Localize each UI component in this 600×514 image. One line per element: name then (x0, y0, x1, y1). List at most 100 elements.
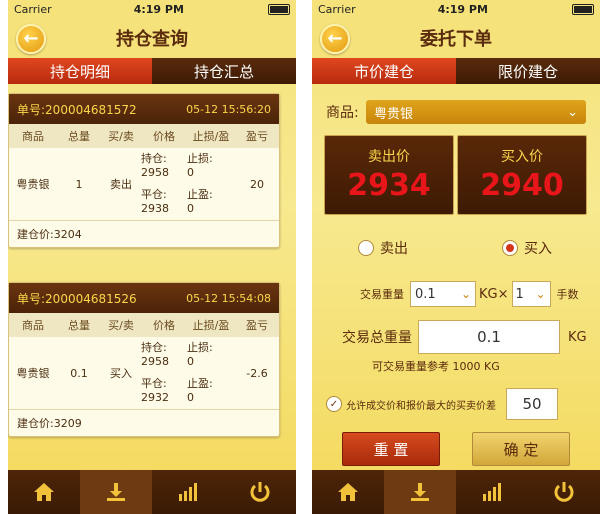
stop-loss-value: 0 (187, 166, 194, 179)
weight-label: 交易重量 (360, 288, 404, 301)
product-row: 商品: 粤贵银 ⌄ (326, 100, 586, 124)
buy-price-value: 2940 (480, 168, 564, 203)
reset-button[interactable]: 重 置 (342, 432, 440, 466)
col-product: 商品 (22, 319, 44, 332)
reference-text: 可交易重量参考 1000 KG (372, 360, 500, 373)
stop-cell: 止损: 0 止盈: 0 (187, 152, 235, 216)
table-header: 商品 总量 买/卖 价格 止损/盈 盈亏 (9, 313, 279, 337)
tab-limit-order[interactable]: 限价建仓 (456, 58, 600, 84)
download-icon (107, 483, 125, 501)
hold-label: 持仓: (141, 152, 167, 165)
take-profit-value: 0 (187, 391, 194, 404)
col-stop: 止损/盈 (192, 130, 230, 143)
col-price: 价格 (153, 319, 175, 332)
bottom-tab-bar (312, 470, 600, 514)
card-header: 单号:200004681572 05-12 15:56:20 (9, 94, 279, 124)
col-qty: 总量 (68, 130, 90, 143)
position-card[interactable]: 单号:200004681572 05-12 15:56:20 商品 总量 买/卖… (8, 93, 280, 248)
hold-price: 2958 (141, 166, 169, 179)
battery-icon (570, 3, 594, 16)
order-number: 单号:200004681526 (17, 291, 137, 306)
tab-power[interactable] (528, 470, 600, 514)
total-weight-unit: KG (568, 329, 587, 345)
open-price: 建仓价:3204 (17, 228, 82, 241)
slippage-row: ✓ 允许成交价和报价最大的买卖价差 50 (326, 388, 558, 420)
sell-price-panel[interactable]: 卖出价 2934 (324, 135, 454, 215)
tab-market-order[interactable]: 市价建仓 (312, 58, 456, 84)
stop-cell: 止损: 0 止盈: 0 (187, 341, 235, 405)
hold-label: 持仓: (141, 341, 167, 354)
page-title: 持仓查询 (116, 29, 188, 50)
table-row: 粤贵银 1 卖出 持仓: 2958 平仓: 2938 止损: 0 止盈: 0 2… (9, 148, 279, 221)
radio-off-icon (358, 240, 374, 256)
tab-position-summary[interactable]: 持仓汇总 (152, 58, 296, 84)
table-header: 商品 总量 买/卖 价格 止损/盈 盈亏 (9, 124, 279, 148)
kg-multiplier: KG× (479, 286, 509, 302)
buy-radio[interactable]: 买入 (502, 238, 552, 258)
weight-value: 0.1 (415, 286, 436, 302)
col-side: 买/卖 (108, 319, 134, 332)
order-number: 单号:200004681572 (17, 102, 137, 117)
total-weight-input[interactable]: 0.1 (418, 320, 560, 354)
home-icon (338, 483, 358, 501)
col-pnl: 盈亏 (246, 130, 268, 143)
product-select[interactable]: 粤贵银 ⌄ (366, 100, 586, 124)
take-profit-label: 止盈: (187, 377, 213, 390)
position-card[interactable]: 单号:200004681526 05-12 15:54:08 商品 总量 买/卖… (8, 282, 280, 437)
position-query-screen: Carrier 4:19 PM ← 持仓查询 持仓明细 持仓汇总 单号:2000… (8, 0, 296, 514)
radio-on-icon (502, 240, 518, 256)
stop-loss-value: 0 (187, 355, 194, 368)
order-date: 05-12 15:54:08 (186, 291, 271, 305)
buy-price-title: 买入价 (501, 149, 543, 165)
reference-note: 可交易重量参考 1000 KG (372, 358, 500, 374)
clock: 4:19 PM (437, 2, 488, 16)
battery-icon (266, 3, 290, 16)
stop-loss-label: 止损: (187, 341, 213, 354)
tab-home[interactable] (8, 470, 80, 514)
slippage-value: 50 (522, 395, 542, 413)
tab-chart[interactable] (152, 470, 224, 514)
price-cell: 持仓: 2958 平仓: 2938 (141, 152, 187, 216)
tab-position-detail[interactable]: 持仓明细 (8, 58, 152, 84)
weight-select[interactable]: 0.1 ⌄ (410, 281, 476, 307)
buy-price-panel[interactable]: 买入价 2940 (457, 135, 587, 215)
back-arrow-icon[interactable]: ← (320, 24, 350, 54)
take-profit-label: 止盈: (187, 188, 213, 201)
sell-radio[interactable]: 卖出 (358, 238, 408, 258)
side-cell: 卖出 (110, 178, 132, 191)
slippage-input[interactable]: 50 (506, 388, 558, 420)
total-weight-value: 0.1 (477, 328, 501, 346)
qty-cell: 1 (75, 177, 83, 191)
close-label: 平仓: (141, 377, 167, 390)
chevron-down-icon: ⌄ (567, 104, 578, 120)
status-bar: Carrier 4:19 PM (8, 0, 296, 18)
price-cell: 持仓: 2958 平仓: 2932 (141, 341, 187, 405)
product-cell: 粤贵银 (16, 178, 50, 191)
power-icon (554, 482, 574, 502)
qty-cell: 0.1 (70, 366, 88, 380)
lots-label: 手数 (556, 288, 579, 301)
product-cell: 粤贵银 (16, 367, 50, 380)
back-arrow-icon[interactable]: ← (16, 24, 46, 54)
sell-price-value: 2934 (347, 168, 431, 203)
order-entry-screen: Carrier 4:19 PM ← 委托下单 市价建仓 限价建仓 商品: 粤贵银… (312, 0, 600, 514)
chart-bars-icon (179, 483, 197, 501)
take-profit-value: 0 (187, 202, 194, 215)
table-row: 粤贵银 0.1 买入 持仓: 2958 平仓: 2932 止损: 0 止盈: 0… (9, 337, 279, 410)
tab-power[interactable] (224, 470, 296, 514)
tab-download[interactable] (80, 470, 152, 514)
carrier-label: Carrier (14, 2, 52, 16)
lots-select[interactable]: 1 ⌄ (511, 281, 551, 307)
tab-home[interactable] (312, 470, 384, 514)
weight-row: 交易重量 0.1 ⌄ KG× 1 ⌄ 手数 (324, 281, 579, 307)
tab-chart[interactable] (456, 470, 528, 514)
nav-bar: ← 持仓查询 (8, 18, 296, 58)
power-icon (250, 482, 270, 502)
tab-download[interactable] (384, 470, 456, 514)
checkmark-icon[interactable]: ✓ (326, 396, 342, 412)
slippage-label: 允许成交价和报价最大的买卖价差 (346, 400, 496, 412)
col-pnl: 盈亏 (246, 319, 268, 332)
confirm-button[interactable]: 确 定 (472, 432, 570, 466)
close-label: 平仓: (141, 188, 167, 201)
lots-value: 1 (515, 286, 524, 302)
